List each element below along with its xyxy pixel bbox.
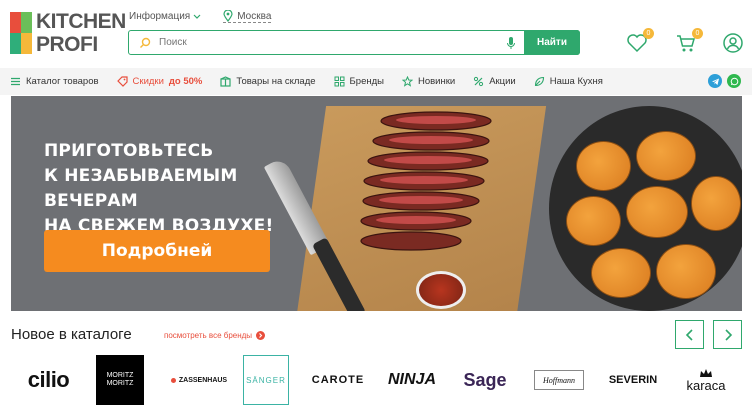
top-links: Информация Москва bbox=[129, 10, 272, 23]
all-brands-link[interactable]: посмотреть все бренды bbox=[164, 331, 266, 340]
user-icon bbox=[723, 33, 743, 53]
microphone-icon[interactable] bbox=[506, 36, 516, 50]
favorites-button[interactable]: 0 bbox=[626, 28, 654, 54]
banner-headline: Приготовьтесь к незабываемым вечерам на … bbox=[44, 141, 274, 236]
whatsapp-button[interactable] bbox=[727, 74, 741, 88]
nav-item-new[interactable]: Новинки bbox=[401, 76, 455, 87]
grilled-potato-image bbox=[656, 244, 716, 299]
chevron-right-icon bbox=[724, 328, 732, 341]
chili-bowl-image bbox=[416, 271, 466, 309]
menu-icon bbox=[11, 77, 20, 86]
grilled-potato-image bbox=[691, 176, 741, 231]
brands-carousel: cilio MORITZ MORITZ ZASSENHAUS SÄNGER CA… bbox=[11, 355, 742, 405]
whatsapp-icon bbox=[730, 77, 738, 85]
logo[interactable]: KITCHEN PROFI bbox=[10, 10, 126, 58]
chevron-left-icon bbox=[685, 328, 693, 341]
section-title: Новое в каталоге bbox=[11, 326, 132, 343]
favorites-badge: 0 bbox=[643, 28, 654, 39]
grilled-potato-image bbox=[576, 141, 631, 191]
city-selector[interactable]: Москва bbox=[223, 10, 272, 23]
brand-logo-karaca[interactable]: karaca bbox=[679, 355, 733, 405]
nav-item-promotions[interactable]: Акции bbox=[473, 76, 516, 87]
header: KITCHEN PROFI Информация Москва Найти 0 … bbox=[0, 0, 752, 68]
grilled-potato-image bbox=[566, 196, 621, 246]
brand-logo-cilio[interactable]: cilio bbox=[21, 355, 76, 405]
brand-logo-sanger[interactable]: SÄNGER bbox=[243, 355, 289, 405]
cart-badge: 0 bbox=[692, 28, 703, 39]
cart-button[interactable]: 0 bbox=[675, 28, 703, 54]
grilled-potato-image bbox=[626, 186, 688, 238]
search-button[interactable]: Найти bbox=[524, 30, 580, 55]
brand-logo-moritz[interactable]: MORITZ MORITZ bbox=[96, 355, 144, 405]
main-nav: Каталог товаров Скидки до 50% Товары на … bbox=[0, 68, 752, 95]
search-icon bbox=[140, 37, 151, 48]
brand-logo-sage[interactable]: Sage bbox=[461, 355, 509, 405]
brand-logo-severin[interactable]: SEVERIN bbox=[603, 355, 663, 405]
leaf-icon bbox=[534, 76, 544, 87]
banner-more-button[interactable]: Подробней bbox=[44, 230, 270, 272]
nav-item-brands[interactable]: Бренды bbox=[334, 76, 384, 87]
percent-icon bbox=[474, 76, 484, 87]
karaca-crown-icon bbox=[700, 368, 712, 377]
search-bar: Найти bbox=[128, 30, 580, 55]
info-menu[interactable]: Информация bbox=[129, 10, 201, 23]
chevron-down-icon bbox=[193, 14, 201, 19]
arrow-circle-right-icon bbox=[256, 331, 266, 340]
nav-item-our-kitchen[interactable]: Наша Кухня bbox=[534, 76, 603, 87]
tag-icon bbox=[116, 76, 128, 87]
brands-next-button[interactable] bbox=[713, 320, 742, 349]
zassenhaus-mark-icon bbox=[170, 377, 176, 383]
search-input[interactable] bbox=[151, 31, 506, 54]
brand-logo-zassenhaus[interactable]: ZASSENHAUS bbox=[169, 355, 229, 405]
brand-logo-carote[interactable]: CAROTE bbox=[312, 355, 363, 405]
telegram-icon bbox=[711, 78, 719, 85]
brands-prev-button[interactable] bbox=[675, 320, 704, 349]
logo-text: KITCHEN PROFI bbox=[36, 10, 126, 56]
box-icon bbox=[220, 76, 231, 87]
grid-icon bbox=[334, 76, 345, 87]
star-icon bbox=[401, 76, 413, 87]
profile-button[interactable] bbox=[722, 32, 744, 54]
brand-logo-ninja[interactable]: NINJA bbox=[387, 355, 437, 405]
grilled-potato-image bbox=[591, 248, 651, 298]
brand-logo-hoffmann[interactable]: Hoffmann bbox=[534, 370, 584, 390]
telegram-button[interactable] bbox=[708, 74, 722, 88]
nav-item-in-stock[interactable]: Товары на складе bbox=[220, 76, 316, 87]
location-pin-icon bbox=[223, 10, 233, 22]
nav-item-sales[interactable]: Скидки до 50% bbox=[116, 76, 202, 87]
logo-mark-icon bbox=[10, 12, 32, 54]
promo-banner[interactable]: Приготовьтесь к незабываемым вечерам на … bbox=[11, 96, 742, 311]
grilled-potato-image bbox=[636, 131, 696, 181]
nav-item-catalog[interactable]: Каталог товаров bbox=[10, 76, 99, 87]
